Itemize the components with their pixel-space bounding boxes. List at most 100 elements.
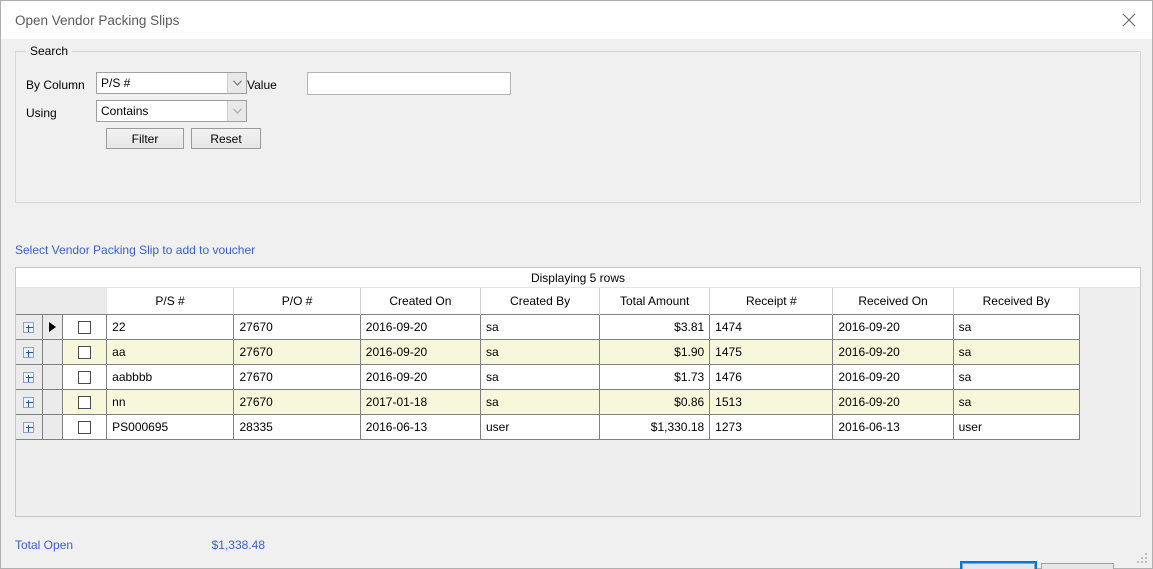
grid-header-created-on[interactable]: Created On bbox=[360, 288, 481, 314]
cell-received-on: 2016-09-20 bbox=[832, 389, 954, 415]
cell-created-on: 2016-09-20 bbox=[360, 339, 481, 365]
table-row[interactable]: nn 27670 2017-01-18 sa $0.86 1513 2016-09-20 sa bbox=[16, 389, 1081, 415]
grid-header-row: P/S # P/O # Created On Created By Total … bbox=[16, 288, 1081, 314]
cell-po: 27670 bbox=[233, 313, 361, 340]
cell-total-amount: $1.73 bbox=[599, 364, 711, 390]
row-checkbox[interactable] bbox=[62, 389, 108, 415]
row-checkbox[interactable] bbox=[62, 339, 108, 365]
cell-created-by: user bbox=[480, 414, 601, 440]
close-icon bbox=[1122, 13, 1136, 27]
cell-ps: aabbbb bbox=[106, 364, 235, 390]
grid-header-total-amount[interactable]: Total Amount bbox=[599, 288, 711, 314]
cell-created-by: sa bbox=[480, 339, 601, 365]
by-column-select[interactable]: P/S # bbox=[96, 72, 247, 94]
grid-scroll-area[interactable]: P/S # P/O # Created On Created By Total … bbox=[16, 288, 1140, 516]
search-group-legend: Search bbox=[26, 44, 73, 58]
cell-po: 27670 bbox=[233, 389, 361, 415]
expand-plus-icon[interactable] bbox=[16, 364, 43, 390]
using-select[interactable]: Contains bbox=[96, 100, 247, 122]
row-indicator-arrow-icon bbox=[42, 364, 64, 390]
packing-slips-grid-panel: Displaying 5 rows P/S # P/O # Created On… bbox=[15, 267, 1141, 517]
total-open-value: $1,338.48 bbox=[211, 538, 265, 552]
checkbox-icon[interactable] bbox=[78, 370, 92, 384]
close-button[interactable] bbox=[1106, 1, 1152, 39]
cell-received-by: sa bbox=[953, 389, 1081, 415]
table-row[interactable]: PS000695 28335 2016-06-13 user $1,330.18 1273… bbox=[16, 414, 1081, 440]
cell-receipt: 1474 bbox=[709, 313, 834, 340]
cell-po: 27670 bbox=[233, 364, 361, 390]
cell-created-on: 2017-01-18 bbox=[360, 389, 481, 415]
cancel-button[interactable]: Cancel bbox=[1041, 563, 1114, 569]
grid-header-receipt[interactable]: Receipt # bbox=[709, 288, 834, 314]
cell-ps: nn bbox=[106, 389, 235, 415]
table-row[interactable]: 22 27670 2016-09-20 sa $3.81 1474 2016-09-20 sa bbox=[16, 313, 1081, 340]
table-row[interactable]: aabbbb 27670 2016-09-20 sa $1.73 1476 2016-09-… bbox=[16, 364, 1081, 390]
total-open-label: Total Open bbox=[15, 538, 74, 552]
title-bar: Open Vendor Packing Slips bbox=[1, 1, 1152, 39]
cell-created-by: sa bbox=[480, 313, 601, 340]
chevron-down-icon bbox=[227, 73, 246, 93]
grid-header-ps[interactable]: P/S # bbox=[106, 288, 235, 314]
cell-created-on: 2016-09-20 bbox=[360, 364, 481, 390]
row-checkbox[interactable] bbox=[62, 364, 108, 390]
row-indicator-arrow-icon bbox=[42, 339, 64, 365]
cell-created-by: sa bbox=[480, 364, 601, 390]
dialog-window: Open Vendor Packing Slips Search By Colu… bbox=[0, 0, 1153, 569]
grid-header-po[interactable]: P/O # bbox=[233, 288, 361, 314]
grid-header-expand bbox=[16, 288, 43, 314]
cell-created-on: 2016-06-13 bbox=[360, 414, 481, 440]
search-group-box: Search By Column P/S # Using Contains Va… bbox=[15, 44, 1141, 203]
expand-plus-icon[interactable] bbox=[16, 339, 43, 365]
cell-ps: PS000695 bbox=[106, 414, 235, 440]
grid-header-received-on[interactable]: Received On bbox=[832, 288, 954, 314]
cell-received-by: sa bbox=[953, 364, 1081, 390]
grid-header-checkbox bbox=[62, 288, 107, 314]
cell-total-amount: $0.86 bbox=[599, 389, 711, 415]
cell-receipt: 1273 bbox=[709, 414, 834, 440]
grid-header-created-by[interactable]: Created By bbox=[480, 288, 601, 314]
grid-row-count-caption: Displaying 5 rows bbox=[16, 268, 1140, 288]
cell-received-on: 2016-06-13 bbox=[832, 414, 954, 440]
cell-receipt: 1475 bbox=[709, 339, 834, 365]
cell-total-amount: $3.81 bbox=[599, 313, 711, 340]
using-value: Contains bbox=[101, 104, 149, 118]
by-column-label: By Column bbox=[26, 78, 85, 92]
cell-receipt: 1476 bbox=[709, 364, 834, 390]
resize-grip-icon[interactable] bbox=[1136, 552, 1149, 565]
grid-header-received-by[interactable]: Received By bbox=[953, 288, 1081, 314]
filter-button[interactable]: Filter bbox=[106, 128, 184, 149]
value-label: Value bbox=[247, 78, 277, 92]
grid-body: 22 27670 2016-09-20 sa $3.81 1474 2016-09-20 sa… bbox=[16, 313, 1081, 440]
expand-plus-icon[interactable] bbox=[16, 414, 43, 440]
using-label: Using bbox=[26, 106, 57, 120]
row-indicator-arrow-icon bbox=[42, 313, 64, 340]
checkbox-icon[interactable] bbox=[78, 320, 92, 334]
checkbox-icon[interactable] bbox=[78, 395, 92, 409]
checkbox-icon[interactable] bbox=[78, 345, 92, 359]
cell-receipt: 1513 bbox=[709, 389, 834, 415]
cell-received-on: 2016-09-20 bbox=[832, 313, 954, 340]
cell-received-on: 2016-09-20 bbox=[832, 339, 954, 365]
search-value-input[interactable] bbox=[307, 72, 511, 95]
row-checkbox[interactable] bbox=[62, 414, 108, 440]
window-title: Open Vendor Packing Slips bbox=[15, 12, 180, 28]
cell-po: 27670 bbox=[233, 339, 361, 365]
grid-header-indicator bbox=[42, 288, 63, 314]
cell-ps: 22 bbox=[106, 313, 235, 340]
cell-total-amount: $1,330.18 bbox=[599, 414, 711, 440]
checkbox-icon[interactable] bbox=[78, 420, 92, 434]
cell-created-on: 2016-09-20 bbox=[360, 313, 481, 340]
table-row[interactable]: aa 27670 2016-09-20 sa $1.90 1475 2016-09-20 sa bbox=[16, 339, 1081, 365]
cell-received-by: sa bbox=[953, 313, 1081, 340]
packing-slips-table: P/S # P/O # Created On Created By Total … bbox=[16, 288, 1081, 440]
chevron-down-icon bbox=[227, 101, 246, 121]
expand-plus-icon[interactable] bbox=[16, 313, 43, 340]
expand-plus-icon[interactable] bbox=[16, 389, 43, 415]
ok-button[interactable]: OK bbox=[960, 561, 1037, 569]
cell-po: 28335 bbox=[233, 414, 361, 440]
row-indicator-arrow-icon bbox=[42, 389, 64, 415]
row-indicator-arrow-icon bbox=[42, 414, 64, 440]
reset-button[interactable]: Reset bbox=[191, 128, 261, 149]
cell-received-on: 2016-09-20 bbox=[832, 364, 954, 390]
row-checkbox[interactable] bbox=[62, 313, 108, 340]
